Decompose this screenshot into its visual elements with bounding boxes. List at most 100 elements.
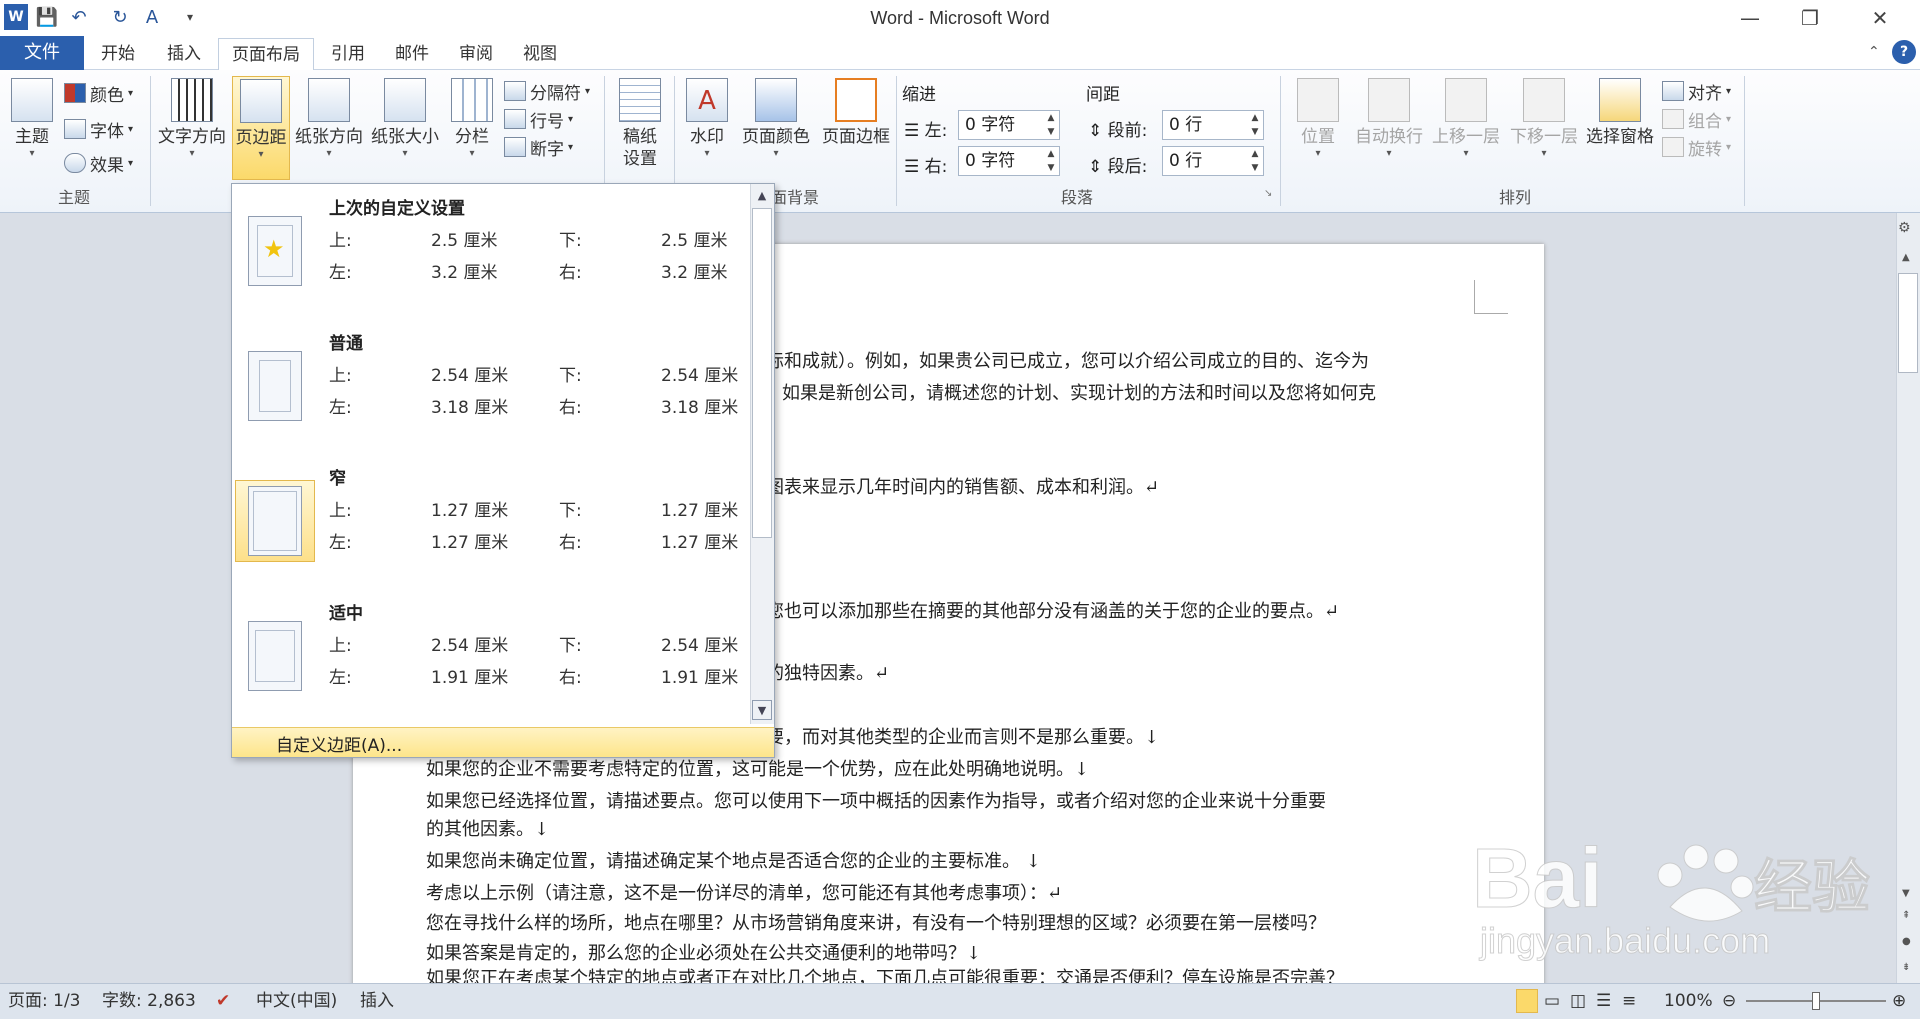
doc-line: 的其他因素。↓ bbox=[426, 819, 550, 840]
zoom-in-icon[interactable]: ⊕ bbox=[1892, 983, 1906, 1019]
breaks-button[interactable]: 分隔符 ▾ bbox=[504, 78, 590, 104]
page-count[interactable]: 页面: 1/3 bbox=[8, 983, 81, 1019]
columns-button[interactable]: 分栏 ▾ bbox=[448, 76, 496, 180]
doc-line: 考虑以上示例（请注意，这不是一份详尽的清单，您可能还有其他考虑事项）：↵ bbox=[426, 883, 1063, 904]
fonts-icon bbox=[64, 119, 86, 139]
position-icon bbox=[1297, 78, 1339, 122]
orientation-icon bbox=[308, 78, 350, 122]
tab-mailings[interactable]: 邮件 bbox=[384, 38, 440, 70]
zoom-level[interactable]: 100% bbox=[1664, 983, 1713, 1019]
tab-insert[interactable]: 插入 bbox=[156, 38, 212, 70]
tab-page-layout[interactable]: 页面布局 bbox=[218, 38, 314, 70]
margin-option-narrow[interactable]: 窄 上: 1.27 厘米 下: 1.27 厘米 左: 1.27 厘米 右: 1.… bbox=[231, 458, 751, 590]
indent-left-icon: ☰ bbox=[904, 121, 920, 141]
wrap-text-icon bbox=[1368, 78, 1410, 122]
group-separator bbox=[896, 76, 897, 206]
group-objects-button[interactable]: 组合 ▾ bbox=[1662, 106, 1731, 132]
spacing-after-spinner[interactable]: ▲ ▼ bbox=[1246, 147, 1264, 175]
themes-button[interactable]: 主题 ▾ bbox=[6, 76, 58, 180]
print-layout-icon[interactable] bbox=[1516, 989, 1538, 1013]
proofing-icon[interactable]: ✔ bbox=[216, 983, 230, 1019]
size-button[interactable]: 纸张大小 ▾ bbox=[368, 76, 442, 180]
indent-right-spinner[interactable]: ▲ ▼ bbox=[1042, 147, 1060, 175]
orientation-button[interactable]: 纸张方向 ▾ bbox=[292, 76, 366, 180]
manuscript-settings-button[interactable]: 稿纸 设置 bbox=[610, 76, 670, 180]
browse-object-icon[interactable]: ● bbox=[1902, 936, 1911, 947]
group-label-arrange: 排列 bbox=[1498, 188, 1531, 207]
doc-line: 如果您的企业不需要考虑特定的位置，这可能是一个优势，应在此处明确地说明。↓ bbox=[426, 759, 1090, 780]
theme-colors-button[interactable]: 颜色 ▾ bbox=[64, 80, 133, 106]
next-page-icon[interactable]: ⇟ bbox=[1902, 962, 1910, 973]
text-direction-button[interactable]: 文字方向 ▾ bbox=[154, 76, 230, 180]
insert-mode[interactable]: 插入 bbox=[360, 983, 394, 1019]
margin-option-moderate[interactable]: 适中 上: 2.54 厘米 下: 2.54 厘米 左: 1.91 厘米 右: 1… bbox=[231, 593, 751, 725]
ruler-toggle-icon[interactable]: ⚙ bbox=[1898, 220, 1911, 236]
svg-text:jingyan.baidu.com: jingyan.baidu.com bbox=[1479, 920, 1770, 961]
dropdown-scroll-down-icon[interactable]: ▼ bbox=[752, 700, 772, 720]
dropdown-scroll-up-icon[interactable]: ▲ bbox=[752, 186, 772, 206]
custom-margins-button[interactable]: 自定义边距(A)... bbox=[232, 727, 774, 757]
watermark-button[interactable]: A 水印 ▾ bbox=[680, 76, 734, 180]
theme-fonts-button[interactable]: 字体 ▾ bbox=[64, 116, 133, 142]
full-screen-reading-icon[interactable]: ▭ bbox=[1544, 983, 1560, 1019]
dropdown-scroll-thumb[interactable] bbox=[752, 208, 772, 538]
collapse-ribbon-icon[interactable]: ⌃ bbox=[1868, 44, 1880, 60]
word-count[interactable]: 字数: 2,863 bbox=[102, 983, 196, 1019]
indent-right-icon: ☰ bbox=[904, 157, 920, 177]
vertical-scroll-thumb[interactable] bbox=[1898, 273, 1918, 373]
scroll-up-icon[interactable]: ▲ bbox=[1902, 252, 1910, 263]
bring-forward-icon bbox=[1445, 78, 1487, 122]
indent-left-spinner[interactable]: ▲ ▼ bbox=[1042, 111, 1060, 139]
outline-view-icon[interactable]: ☰ bbox=[1596, 983, 1611, 1019]
narrow-margin-icon bbox=[248, 486, 302, 556]
selection-pane-button[interactable]: 选择窗格 bbox=[1582, 76, 1658, 180]
wrap-text-button[interactable]: 自动换行 ▾ bbox=[1350, 76, 1428, 180]
breaks-icon bbox=[504, 81, 526, 101]
language-indicator[interactable]: 中文(中国) bbox=[256, 983, 337, 1019]
moderate-margin-icon bbox=[248, 621, 302, 691]
margins-button[interactable]: 页边距 ▾ bbox=[232, 76, 290, 180]
doc-line: 如果您正在考虑某个特定的地点或者正在对比几个地点，下面几点可能很重要：交通是否便… bbox=[426, 968, 1344, 983]
spacing-before-spinner[interactable]: ▲ ▼ bbox=[1246, 111, 1264, 139]
tab-file[interactable]: 文件 bbox=[0, 36, 84, 70]
columns-icon bbox=[451, 78, 493, 122]
theme-effects-button[interactable]: 效果 ▾ bbox=[64, 150, 133, 176]
window-title: Word - Microsoft Word bbox=[870, 8, 1050, 28]
page-borders-button[interactable]: 页面边框 bbox=[816, 76, 896, 180]
doc-line: 要，而对其他类型的企业而言则不是那么重要。↓ bbox=[766, 727, 1160, 748]
doc-line: 如果是新创公司，请概述您的计划、实现计划的方法和时间以及您将如何克 bbox=[782, 383, 1376, 404]
position-button[interactable]: 位置 ▾ bbox=[1286, 76, 1350, 180]
paragraph-dialog-launcher-icon[interactable]: ↘ bbox=[1264, 188, 1272, 199]
spacing-before-label: ⇕ 段前: bbox=[1088, 121, 1148, 141]
line-numbers-button[interactable]: 行号 ▾ bbox=[504, 106, 573, 132]
minimize-icon[interactable]: — bbox=[1720, 0, 1780, 36]
doc-line: 如果您已经选择位置，请描述要点。您可以使用下一项中概括的因素作为指导，或者介绍对… bbox=[426, 791, 1326, 812]
align-icon bbox=[1662, 81, 1684, 101]
help-icon[interactable]: ? bbox=[1892, 40, 1916, 64]
page-color-button[interactable]: 页面颜色 ▾ bbox=[736, 76, 816, 180]
draft-view-icon[interactable]: ≡ bbox=[1622, 983, 1636, 1019]
tab-references[interactable]: 引用 bbox=[320, 38, 376, 70]
rotate-button[interactable]: 旋转 ▾ bbox=[1662, 134, 1731, 160]
scroll-down-icon[interactable]: ▼ bbox=[1902, 888, 1910, 899]
bring-forward-button[interactable]: 上移一层 ▾ bbox=[1428, 76, 1504, 180]
group-label-theme: 主题 bbox=[57, 188, 90, 207]
group-icon bbox=[1662, 109, 1684, 129]
zoom-slider-thumb[interactable] bbox=[1812, 992, 1820, 1010]
margin-option-normal[interactable]: 普通 上: 2.54 厘米 下: 2.54 厘米 左: 3.18 厘米 右: 3… bbox=[231, 323, 751, 455]
tab-home[interactable]: 开始 bbox=[90, 38, 146, 70]
margins-icon bbox=[240, 79, 282, 123]
web-layout-icon[interactable]: ◫ bbox=[1570, 983, 1586, 1019]
align-button[interactable]: 对齐 ▾ bbox=[1662, 78, 1731, 104]
restore-icon[interactable]: ❐ bbox=[1780, 0, 1840, 36]
send-backward-button[interactable]: 下移一层 ▾ bbox=[1506, 76, 1582, 180]
tab-view[interactable]: 视图 bbox=[512, 38, 568, 70]
tab-review[interactable]: 审阅 bbox=[448, 38, 504, 70]
doc-line: 您也可以添加那些在摘要的其他部分没有涵盖的关于您的企业的要点。↵ bbox=[766, 601, 1340, 622]
close-icon[interactable]: ✕ bbox=[1850, 0, 1910, 36]
previous-page-icon[interactable]: ⇞ bbox=[1902, 910, 1910, 921]
doc-line: 您在寻找什么样的场所，地点在哪里？从市场营销角度来讲，有没有一个特别理想的区域？… bbox=[426, 913, 1326, 934]
margin-option-last-custom[interactable]: ★ 上次的自定义设置 上: 2.5 厘米 下: 2.5 厘米 左: 3.2 厘米… bbox=[231, 188, 751, 320]
zoom-out-icon[interactable]: ⊖ bbox=[1722, 983, 1736, 1019]
hyphenation-button[interactable]: 断字 ▾ bbox=[504, 134, 573, 160]
